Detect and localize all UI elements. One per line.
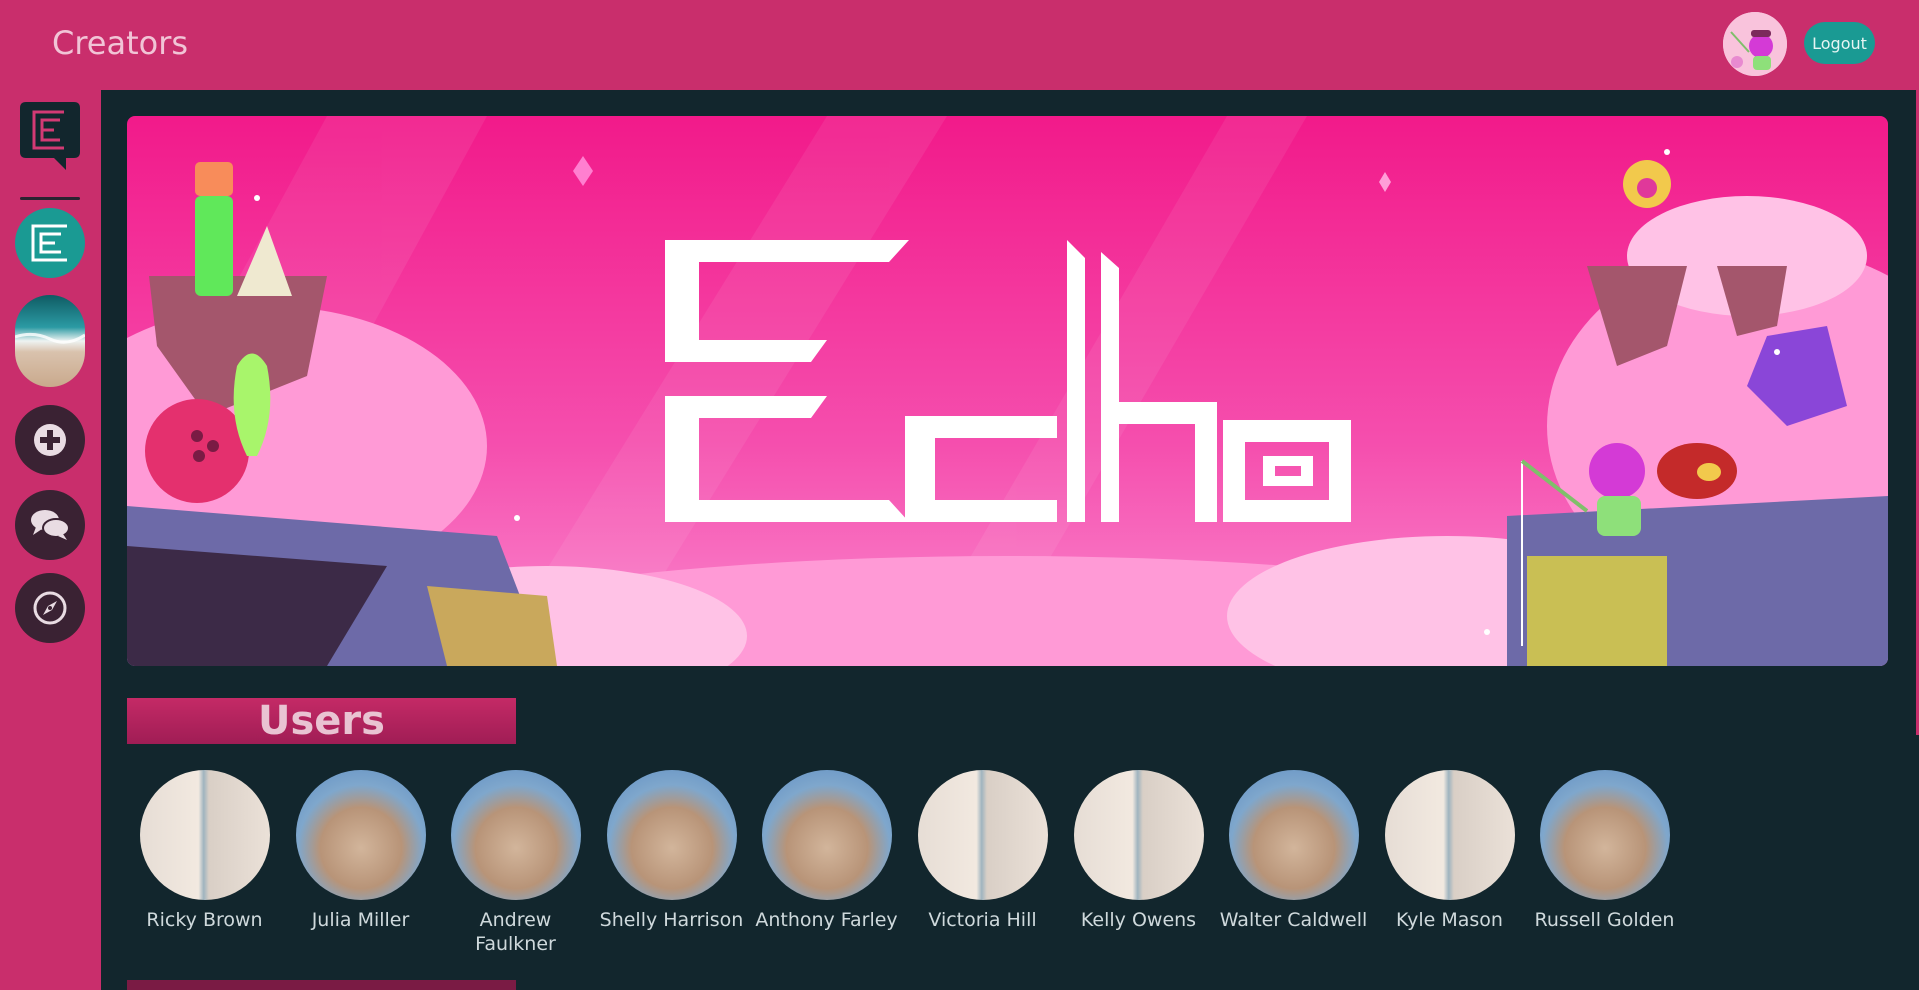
user-photo[interactable] <box>1539 770 1670 900</box>
user-photo[interactable] <box>761 770 892 900</box>
user-name[interactable]: Victoria Hill <box>905 908 1060 932</box>
direct-messages-button[interactable] <box>15 490 85 560</box>
plus-icon <box>34 424 66 456</box>
user-photo[interactable] <box>606 770 737 900</box>
user-photo[interactable] <box>1384 770 1515 900</box>
echo-logo-icon[interactable] <box>20 102 80 170</box>
user-name[interactable]: Russell Golden <box>1527 908 1682 932</box>
user-card[interactable]: Russell Golden <box>1527 770 1682 932</box>
chat-icon <box>31 510 70 540</box>
user-name[interactable]: Shelly Harrison <box>594 908 749 932</box>
user-card[interactable]: Shelly Harrison <box>594 770 749 932</box>
explore-button[interactable] <box>15 573 85 643</box>
user-photo[interactable] <box>1228 770 1359 900</box>
user-card[interactable]: Ricky Brown <box>127 770 282 932</box>
user-name[interactable]: Anthony Farley <box>749 908 904 932</box>
user-name[interactable]: Andrew Faulkner <box>438 908 593 956</box>
user-photo[interactable] <box>295 770 426 900</box>
user-name[interactable]: Kyle Mason <box>1372 908 1527 932</box>
user-name[interactable]: Ricky Brown <box>127 908 282 932</box>
user-avatar[interactable] <box>1723 12 1787 76</box>
echo-server-icon[interactable] <box>15 208 85 278</box>
logout-button[interactable]: Logout <box>1804 22 1875 64</box>
user-photo[interactable] <box>1073 770 1204 900</box>
sidebar-divider <box>20 197 80 200</box>
echo-banner <box>127 116 1888 666</box>
users-section-title: Users <box>258 698 385 744</box>
users-section-header: Users <box>127 698 516 744</box>
user-name[interactable]: Kelly Owens <box>1061 908 1216 932</box>
ocean-server-icon[interactable] <box>15 295 85 387</box>
users-list: Ricky Brown Julia Miller Andrew Faulkner… <box>127 770 1727 970</box>
user-card[interactable]: Andrew Faulkner <box>438 770 593 956</box>
add-server-button[interactable] <box>15 405 85 475</box>
top-bar: Creators Logout <box>0 0 1919 90</box>
user-photo[interactable] <box>450 770 581 900</box>
page-title: Creators <box>52 24 189 62</box>
user-card[interactable]: Victoria Hill <box>905 770 1060 932</box>
user-name[interactable]: Walter Caldwell <box>1216 908 1371 932</box>
user-card[interactable]: Kelly Owens <box>1061 770 1216 932</box>
user-name[interactable]: Julia Miller <box>283 908 438 932</box>
sidebar <box>0 90 100 990</box>
user-card[interactable]: Julia Miller <box>283 770 438 932</box>
main-content: Users Ricky Brown Julia Miller Andrew Fa… <box>101 90 1919 990</box>
user-photo[interactable] <box>917 770 1048 900</box>
compass-icon <box>33 591 67 625</box>
user-card[interactable]: Anthony Farley <box>749 770 904 932</box>
user-card[interactable]: Walter Caldwell <box>1216 770 1371 932</box>
next-section-header <box>127 980 516 990</box>
user-photo[interactable] <box>139 770 270 900</box>
user-card[interactable]: Kyle Mason <box>1372 770 1527 932</box>
